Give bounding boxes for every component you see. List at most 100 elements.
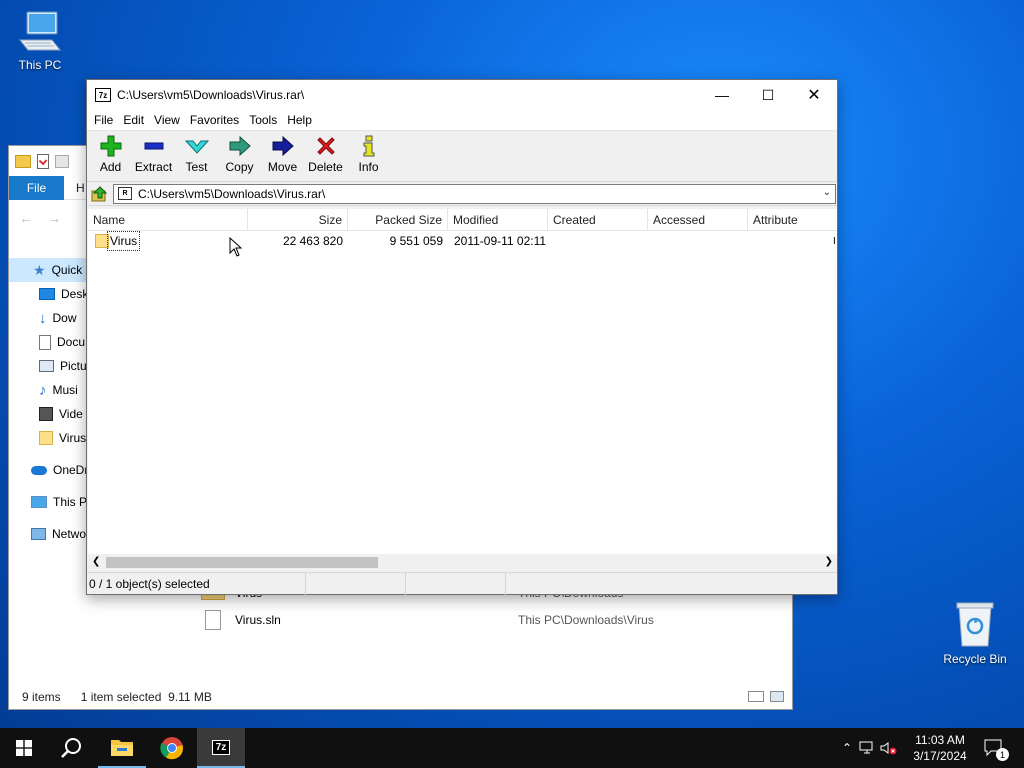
file-name: Virus.sln	[235, 613, 281, 627]
menu-help[interactable]: Help	[282, 113, 317, 127]
recycle-bin-icon	[956, 602, 994, 647]
taskbar: 7z ⌃ 11:03 AM 3/17/2024 1	[0, 728, 1024, 768]
clock[interactable]: 11:03 AM 3/17/2024	[904, 732, 976, 764]
action-center-button[interactable]: 1	[980, 728, 1009, 768]
start-button[interactable]	[0, 728, 48, 768]
sidebar-item-videos[interactable]: Vide	[9, 402, 89, 426]
file-icon	[205, 610, 221, 630]
sidebar-item-desktop[interactable]: Desk	[9, 282, 89, 306]
taskbar-file-explorer[interactable]	[98, 728, 146, 768]
delete-button[interactable]: Delete	[304, 131, 347, 174]
move-button[interactable]: Move	[261, 131, 304, 174]
properties-icon[interactable]	[37, 153, 49, 169]
file-list[interactable]: Name Size Packed Size Modified Created A…	[88, 209, 837, 571]
folder-icon[interactable]	[15, 154, 31, 168]
sidebar-item-virus[interactable]: Virus	[9, 426, 89, 450]
column-modified[interactable]: Modified	[448, 209, 548, 231]
path-text: C:\Users\vm5\Downloads\Virus.rar\	[138, 186, 326, 201]
navigation-pane: ★ Quick Desk ↓ Dow Docu Pictu ♪ Musi Vid…	[9, 256, 89, 546]
sevenzip-window[interactable]: 7z C:\Users\vm5\Downloads\Virus.rar\ — ☐…	[86, 79, 838, 595]
sidebar-item-music[interactable]: ♪ Musi	[9, 378, 89, 402]
menu-edit[interactable]: Edit	[118, 113, 149, 127]
list-item[interactable]: Virus.sln This PC\Downloads\Virus	[205, 610, 725, 630]
sidebar-item-label: Desk	[61, 287, 89, 301]
search-button[interactable]	[48, 728, 96, 768]
column-attributes[interactable]: Attribute	[748, 209, 837, 231]
info-icon	[357, 135, 381, 157]
taskbar-7zip[interactable]: 7z	[197, 728, 245, 768]
sidebar-item-label: Musi	[52, 383, 78, 397]
copy-label: Copy	[225, 160, 254, 174]
download-icon: ↓	[39, 309, 47, 327]
sidebar-item-network[interactable]: Netwo	[9, 522, 89, 546]
path-input[interactable]: R C:\Users\vm5\Downloads\Virus.rar\ ⌄	[113, 183, 836, 204]
sidebar-item-quick-access[interactable]: ★ Quick	[9, 258, 89, 282]
network-icon[interactable]	[856, 741, 878, 755]
chrome-icon	[160, 737, 184, 760]
close-button[interactable]: ✕	[791, 80, 837, 110]
clock-date: 3/17/2024	[913, 749, 967, 763]
clock-time: 11:03 AM	[915, 733, 965, 747]
sidebar-item-pictures[interactable]: Pictu	[9, 354, 89, 378]
details-view-icon[interactable]	[748, 691, 764, 702]
delete-label: Delete	[308, 160, 343, 174]
copy-button[interactable]: Copy	[218, 131, 261, 174]
scrollbar-thumb[interactable]	[106, 557, 378, 568]
volume-muted-icon[interactable]	[878, 741, 900, 755]
back-arrow-icon[interactable]: ←	[19, 210, 33, 226]
column-size[interactable]: Size	[248, 209, 348, 231]
maximize-button[interactable]: ☐	[745, 80, 791, 110]
tab-file[interactable]: File	[9, 175, 64, 200]
column-header: Name Size Packed Size Modified Created A…	[88, 209, 837, 231]
menu-favorites[interactable]: Favorites	[185, 113, 244, 127]
title-bar[interactable]: 7z C:\Users\vm5\Downloads\Virus.rar\ — ☐…	[87, 80, 837, 110]
sidebar-item-label: OneDr	[53, 463, 89, 477]
minimize-button[interactable]: —	[699, 80, 745, 110]
search-icon	[61, 738, 81, 758]
scroll-left-icon[interactable]: ❮	[92, 556, 100, 567]
archive-icon: R	[118, 187, 132, 200]
sidebar-item-this-pc[interactable]: This P	[9, 490, 89, 514]
sidebar-item-label: Pictu	[60, 359, 87, 373]
menu-file[interactable]: File	[89, 113, 118, 127]
sidebar-item-documents[interactable]: Docu	[9, 330, 89, 354]
menu-tools[interactable]: Tools	[244, 113, 282, 127]
menu-bar: File Edit View Favorites Tools Help	[87, 110, 837, 130]
horizontal-scrollbar[interactable]: ❮ ❯	[88, 554, 837, 571]
add-button[interactable]: Add	[89, 131, 132, 174]
test-button[interactable]: Test	[175, 131, 218, 174]
chevron-up-icon[interactable]: ⌃	[838, 741, 856, 755]
forward-arrow-icon[interactable]: →	[47, 210, 61, 226]
desktop-icon-this-pc[interactable]: This PC	[0, 10, 80, 72]
explorer-status-bar: 9 items 1 item selected 9.11 MB	[9, 685, 792, 709]
column-packed-size[interactable]: Packed Size	[348, 209, 448, 231]
file-explorer-icon	[111, 740, 133, 756]
taskbar-chrome[interactable]	[148, 728, 196, 768]
notification-badge: 1	[996, 748, 1009, 761]
folder-up-button[interactable]	[87, 183, 113, 205]
large-icons-view-icon[interactable]	[770, 691, 784, 702]
sidebar-item-downloads[interactable]: ↓ Dow	[9, 306, 89, 330]
mouse-cursor-icon	[229, 237, 243, 257]
add-label: Add	[99, 160, 122, 174]
file-size: 22 463 820	[282, 234, 343, 248]
window-title: C:\Users\vm5\Downloads\Virus.rar\	[117, 88, 305, 102]
chevron-down-icon[interactable]: ⌄	[823, 187, 831, 198]
new-folder-icon[interactable]	[55, 154, 69, 168]
sidebar-item-onedrive[interactable]: OneDr	[9, 458, 89, 482]
info-button[interactable]: Info	[347, 131, 390, 174]
desktop-icon-label: Recycle Bin	[943, 652, 1007, 666]
documents-icon	[39, 334, 51, 350]
column-created[interactable]: Created	[548, 209, 648, 231]
delete-x-icon	[314, 135, 338, 157]
test-label: Test	[185, 160, 208, 174]
menu-view[interactable]: View	[149, 113, 185, 127]
column-name[interactable]: Name	[88, 209, 248, 231]
desktop-icon	[39, 288, 55, 300]
desktop-icon-recycle-bin[interactable]: Recycle Bin	[935, 600, 1015, 666]
scroll-right-icon[interactable]: ❯	[825, 556, 833, 567]
extract-button[interactable]: Extract	[132, 131, 175, 174]
table-row[interactable]: Virus 22 463 820 9 551 059 2011-09-11 02…	[88, 231, 837, 251]
column-accessed[interactable]: Accessed	[648, 209, 748, 231]
status-segment	[406, 572, 506, 595]
